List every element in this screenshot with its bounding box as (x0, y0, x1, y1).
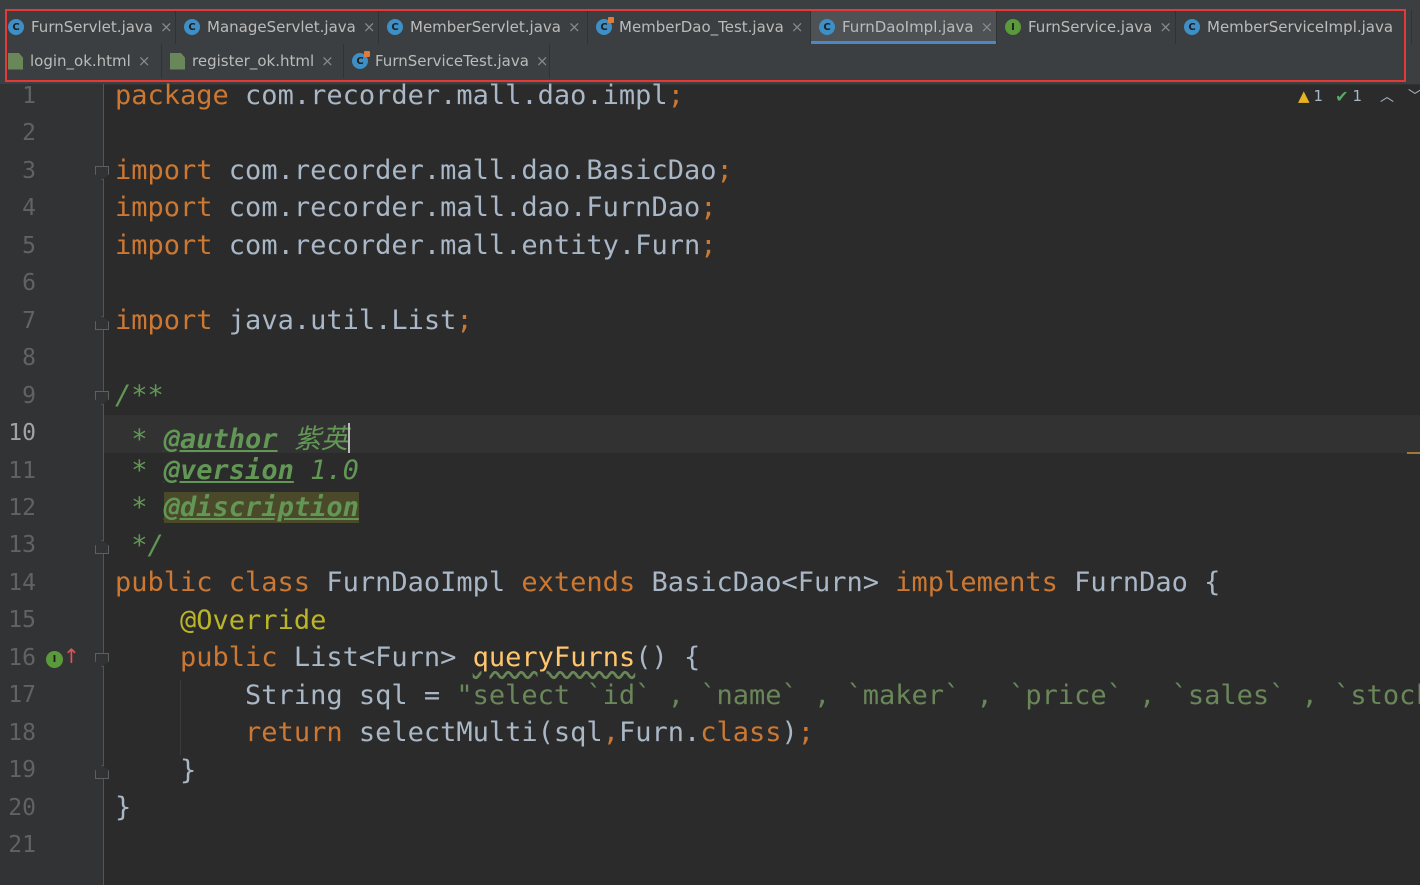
line-number: 4 (22, 195, 36, 222)
indent-guide (180, 680, 181, 755)
warning-count: 1 (1313, 87, 1324, 105)
line-number: 14 (8, 569, 36, 596)
line-number: 2 (22, 120, 36, 147)
code-line-3: import com.recorder.mall.dao.BasicDao; (115, 155, 733, 186)
code-line-16: public List<Furn> queryFurns() { (180, 642, 701, 673)
java-class-icon: C (8, 19, 24, 35)
line-number: 21 (8, 832, 36, 858)
line-number: 16 (8, 644, 36, 671)
line-number: 13 (8, 532, 36, 559)
code-line-10: * @author 紫英 (115, 423, 350, 455)
line-number: 15 (8, 607, 36, 634)
go-to-super-arrow-icon[interactable]: ↑ (63, 646, 80, 666)
code-line-11: * @version 1.0 (115, 455, 359, 486)
passed-count: 1 (1352, 87, 1363, 105)
code-line-20: } (115, 792, 132, 823)
double-check-icon: ✔ (1335, 86, 1349, 106)
line-number: 9 (22, 382, 36, 409)
chevron-up-icon[interactable]: ︿ (1380, 86, 1394, 106)
code-line-12: * @discription (115, 492, 359, 523)
line-number: 19 (8, 757, 36, 784)
code-line-19: } (115, 755, 197, 786)
implements-method-icon[interactable]: I (46, 651, 63, 668)
warning-triangle-icon: ▲ (1298, 87, 1310, 105)
code-line-15: @Override (180, 605, 327, 636)
scrollbar-warning-marker[interactable] (1407, 452, 1420, 454)
inspection-widget[interactable]: ▲ 1 ✔ 1 ︿ ﹀ (1298, 86, 1420, 106)
html-file-icon (8, 52, 23, 70)
line-number: 18 (8, 719, 36, 746)
code-line-18: return selectMulti(sql,Furn.class); (245, 717, 815, 748)
code-line-7: import java.util.List; (115, 305, 473, 336)
chevron-down-icon[interactable]: ﹀ (1408, 86, 1420, 106)
code-editor[interactable]: package com.recorder.mall.dao.impl; impo… (115, 0, 1420, 885)
line-number: 1 (22, 83, 36, 109)
unknown-tag-warning[interactable]: @discription (163, 492, 359, 523)
line-number: 8 (22, 345, 36, 372)
line-number: 20 (8, 794, 36, 821)
line-number: 7 (22, 307, 36, 334)
line-number: 3 (22, 157, 36, 184)
code-line-9: /** (115, 380, 164, 411)
code-line-17: String sql = "select `id` , `name` , `ma… (245, 680, 1420, 711)
code-line-14: public class FurnDaoImpl extends BasicDa… (115, 567, 1221, 598)
code-line-1: package com.recorder.mall.dao.impl; (115, 80, 684, 111)
text-caret (347, 423, 350, 453)
line-number: 12 (8, 494, 36, 521)
line-number: 17 (8, 682, 36, 709)
line-number: 10 (8, 420, 36, 447)
code-line-5: import com.recorder.mall.entity.Furn; (115, 230, 717, 261)
code-line-13: */ (115, 530, 164, 561)
line-number: 5 (22, 232, 36, 259)
line-number: 11 (8, 457, 36, 484)
line-number: 6 (22, 270, 36, 297)
gutter-separator (103, 84, 104, 885)
code-line-4: import com.recorder.mall.dao.FurnDao; (115, 192, 717, 223)
